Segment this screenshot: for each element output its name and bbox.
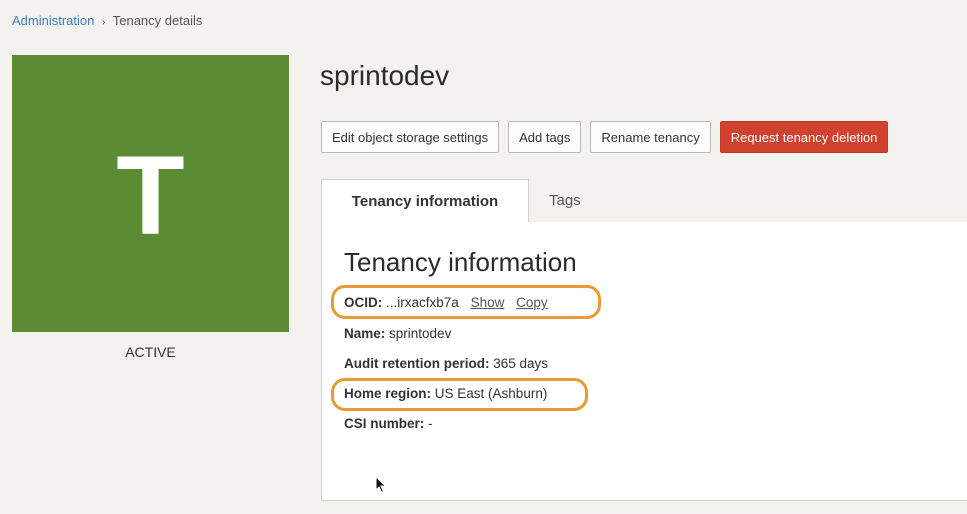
name-label: Name:	[344, 326, 386, 341]
section-title: Tenancy information	[344, 247, 577, 277]
ocid-field: OCID: ...irxacfxb7a Show Copy	[344, 295, 548, 310]
ocid-show-link[interactable]: Show	[471, 295, 505, 310]
ocid-copy-link[interactable]: Copy	[516, 295, 548, 310]
tenancy-avatar: T	[12, 55, 289, 332]
csi-number-field: CSI number: -	[344, 416, 433, 431]
breadcrumb: Administration › Tenancy details	[12, 13, 202, 28]
breadcrumb-current: Tenancy details	[112, 13, 203, 28]
csi-number-value: -	[428, 416, 433, 431]
home-region-label: Home region:	[344, 386, 432, 401]
page-title: sprintodev	[320, 60, 450, 91]
name-field: Name: sprintodev	[344, 326, 451, 341]
tenancy-information-panel: Tenancy information OCID: ...irxacfxb7a …	[321, 222, 967, 501]
edit-object-storage-settings-button[interactable]: Edit object storage settings	[321, 121, 500, 153]
ocid-label: OCID:	[344, 295, 383, 310]
status-label: ACTIVE	[125, 344, 176, 360]
tab-tenancy-information[interactable]: Tenancy information	[321, 179, 529, 223]
name-value: sprintodev	[389, 326, 452, 341]
breadcrumb-administration-link[interactable]: Administration	[12, 13, 94, 28]
tab-bar: Tenancy information Tags	[321, 179, 967, 223]
audit-retention-field: Audit retention period: 365 days	[344, 356, 548, 371]
avatar-letter: T	[116, 132, 185, 258]
request-tenancy-deletion-button[interactable]: Request tenancy deletion	[719, 121, 889, 153]
audit-retention-label: Audit retention period:	[344, 356, 490, 371]
tab-tags[interactable]: Tags	[549, 179, 581, 222]
csi-number-label: CSI number:	[344, 416, 425, 431]
add-tags-button[interactable]: Add tags	[508, 121, 582, 153]
ocid-value: ...irxacfxb7a	[386, 295, 459, 310]
home-region-value: US East (Ashburn)	[434, 386, 548, 401]
action-bar: Edit object storage settings Add tags Re…	[321, 121, 889, 153]
mouse-pointer-icon	[375, 475, 387, 499]
breadcrumb-separator: ›	[102, 17, 106, 28]
audit-retention-value: 365 days	[493, 356, 549, 371]
rename-tenancy-button[interactable]: Rename tenancy	[590, 121, 711, 153]
home-region-field: Home region: US East (Ashburn)	[344, 386, 547, 401]
